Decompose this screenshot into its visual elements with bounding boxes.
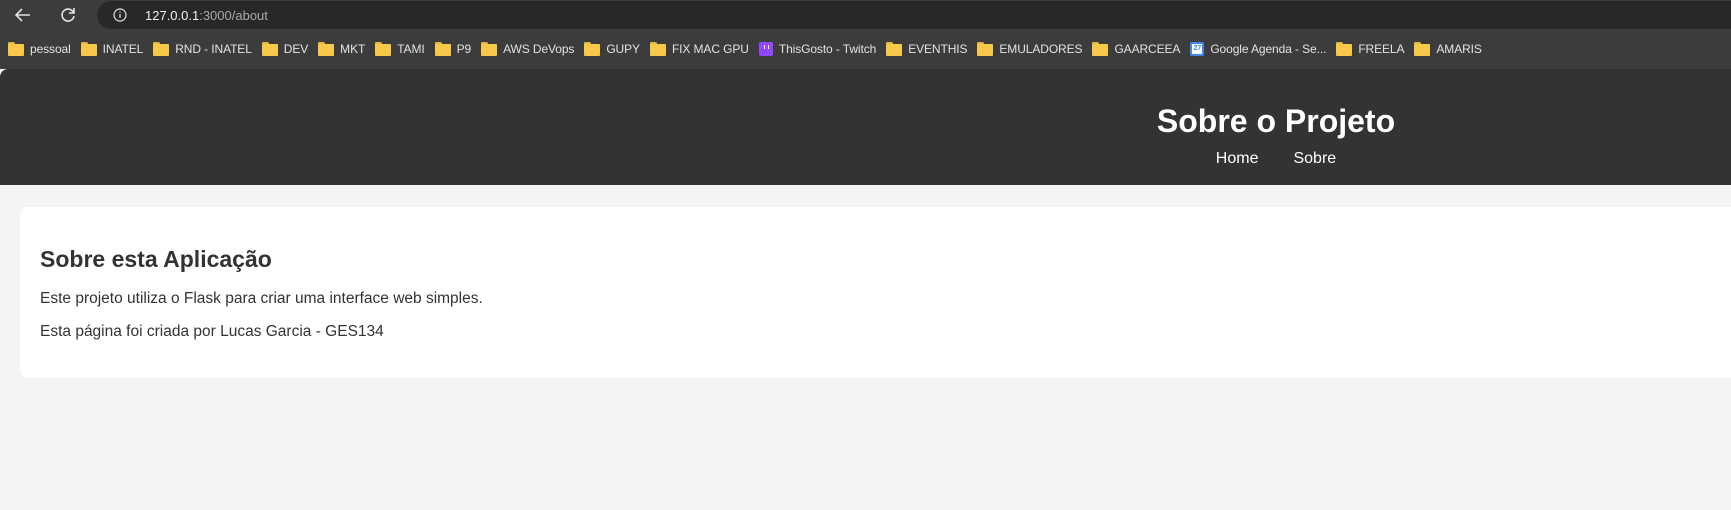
bookmark-label: ThisGosto - Twitch (778, 42, 877, 56)
bookmark-item[interactable]: FREELA (1336, 37, 1412, 61)
bookmark-label: GUPY (606, 42, 640, 56)
bookmark-label: AWS DeVops (503, 42, 575, 56)
bookmark-label: pessoal (30, 42, 71, 56)
folder-icon (375, 42, 392, 56)
folder-icon (584, 42, 601, 56)
folder-icon (481, 42, 498, 56)
bookmark-label: EMULADORES (999, 42, 1083, 56)
address-bar[interactable]: 127.0.0.1:3000/about (97, 1, 1731, 29)
arrow-left-icon (14, 8, 30, 22)
reload-icon (61, 8, 75, 22)
folder-icon (80, 42, 97, 56)
bookmark-item[interactable]: DEV (261, 37, 316, 61)
description-paragraph: Este projeto utiliza o Flask para criar … (40, 290, 483, 307)
bookmark-item[interactable]: P9 (434, 37, 479, 61)
nav-link-about[interactable]: Sobre (1293, 150, 1336, 168)
bookmark-label: DEV (283, 42, 309, 56)
site-header: Sobre o Projeto Home Sobre (0, 69, 1731, 185)
folder-icon (318, 42, 335, 56)
folder-icon (649, 42, 666, 56)
bookmark-label: P9 (456, 42, 472, 56)
bookmark-label: MKT (340, 42, 366, 56)
bookmark-item[interactable]: RND - INATEL (153, 37, 260, 61)
nav-link-home[interactable]: Home (1216, 150, 1259, 168)
bookmark-item[interactable]: 27 Google Agenda - Se... (1190, 37, 1334, 61)
bookmark-label: AMARIS (1436, 42, 1482, 56)
bookmark-item[interactable]: INATEL (80, 37, 152, 61)
page-viewport: Sobre o Projeto Home Sobre Sobre esta Ap… (0, 69, 1731, 510)
bookmark-label: FREELA (1358, 42, 1405, 56)
bookmark-item[interactable]: MKT (318, 37, 373, 61)
bookmark-item[interactable]: AMARIS (1414, 37, 1489, 61)
bookmark-item[interactable]: TAMI (375, 37, 432, 61)
bookmark-item[interactable]: ThisGosto - Twitch (758, 37, 884, 61)
browser-toolbar: 127.0.0.1:3000/about (0, 0, 1731, 29)
bookmark-item[interactable]: EMULADORES (977, 37, 1090, 61)
back-button[interactable] (11, 3, 35, 27)
google-calendar-icon: 27 (1190, 42, 1205, 56)
twitch-icon (758, 42, 773, 56)
bookmark-label: GAARCEEA (1114, 42, 1181, 56)
folder-icon (1414, 42, 1431, 56)
bookmark-item[interactable]: pessoal (8, 37, 79, 61)
bookmark-label: TAMI (397, 42, 425, 56)
folder-icon (977, 42, 994, 56)
bookmark-item[interactable]: GAARCEEA (1092, 37, 1188, 61)
folder-icon (1336, 42, 1353, 56)
section-heading: Sobre esta Aplicação (40, 246, 272, 272)
author-paragraph: Esta página foi criada por Lucas Garcia … (40, 323, 384, 340)
reload-button[interactable] (56, 3, 80, 27)
folder-icon (434, 42, 451, 56)
folder-icon (1092, 42, 1109, 56)
url-path: :3000/about (199, 8, 268, 23)
folder-icon (8, 42, 24, 56)
folder-icon (261, 42, 278, 56)
bookmark-label: Google Agenda - Se... (1210, 42, 1327, 56)
bookmark-label: INATEL (102, 42, 144, 56)
folder-icon (886, 42, 903, 56)
bookmark-label: EVENTHIS (908, 42, 968, 56)
bookmark-item[interactable]: AWS DeVops (481, 37, 582, 61)
bookmark-item[interactable]: GUPY (584, 37, 648, 61)
url-host: 127.0.0.1 (145, 8, 200, 23)
bookmark-item[interactable]: EVENTHIS (886, 37, 975, 61)
content-card: Sobre esta Aplicação Este projeto utiliz… (20, 207, 1731, 378)
bookmark-label: FIX MAC GPU (671, 42, 749, 56)
bookmark-item[interactable]: FIX MAC GPU (649, 37, 757, 61)
site-nav: Home Sobre (1000, 150, 1552, 168)
folder-icon (153, 42, 170, 56)
site-info-icon[interactable] (113, 8, 127, 22)
bookmarks-bar: pessoal INATEL RND - INATEL DEV MKT TAMI P9 AWS… (0, 29, 1731, 69)
bookmark-label: RND - INATEL (175, 42, 252, 56)
url-text[interactable]: 127.0.0.1:3000/about (145, 8, 268, 23)
page-title: Sobre o Projeto (1156, 103, 1396, 139)
